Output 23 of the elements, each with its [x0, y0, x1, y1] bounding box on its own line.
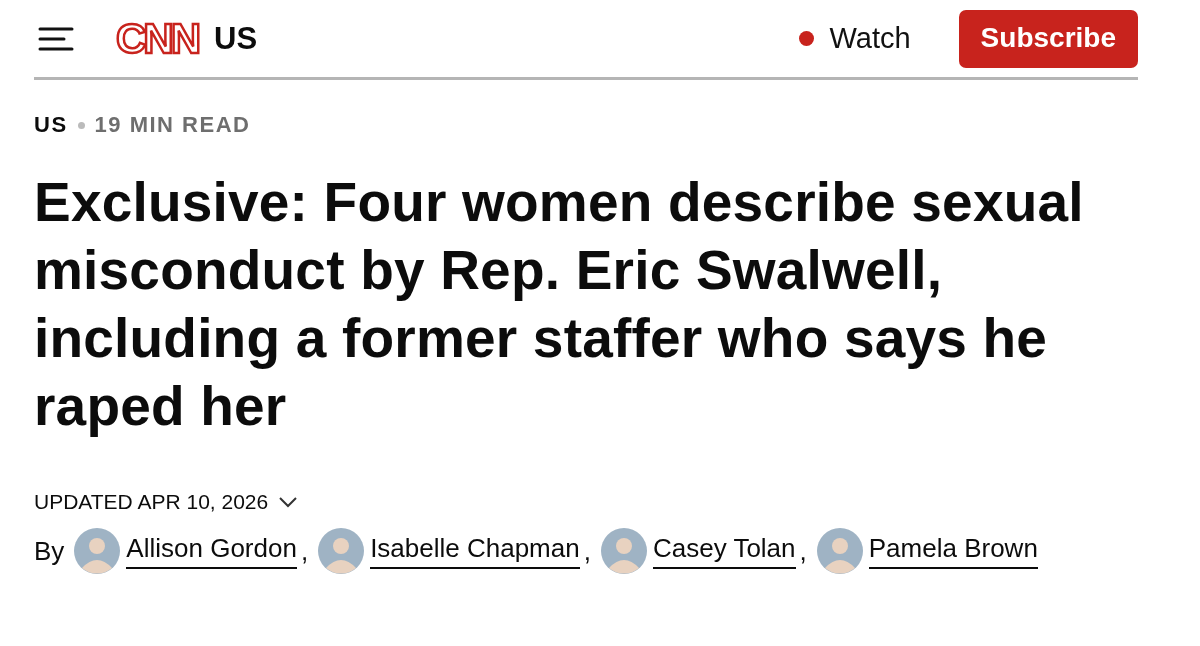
headline: Exclusive: Four women describe sexual misconduct by Rep. Eric Swalwell, including a former staffer who says he raped her	[34, 170, 1085, 439]
subscribe-button[interactable]: Subscribe	[958, 9, 1138, 68]
comma: ,	[300, 535, 309, 567]
author-link[interactable]: Pamela Brown	[868, 533, 1038, 569]
comma: ,	[799, 535, 807, 567]
chevron-icon[interactable]	[278, 495, 299, 509]
byline-prefix: By	[34, 535, 65, 567]
logo[interactable]: CNN	[116, 14, 198, 63]
separator-dot	[77, 121, 85, 129]
menu-icon[interactable]	[38, 25, 74, 52]
author-link[interactable]: Casey Tolan	[652, 533, 796, 569]
avatar-icon	[318, 528, 365, 574]
updated-date: UPDATED APR 10, 2026	[34, 490, 269, 514]
comma: ,	[583, 535, 591, 567]
author-link[interactable]: Isabelle Chapman	[370, 533, 580, 569]
category-label[interactable]: US	[34, 112, 68, 138]
watch-link[interactable]: Watch	[798, 22, 911, 55]
avatar-icon	[600, 528, 647, 574]
read-time: 19 MIN READ	[94, 112, 251, 138]
section-title[interactable]: US	[214, 20, 258, 57]
avatar-icon	[816, 528, 863, 574]
avatar-icon	[74, 528, 121, 574]
author-link[interactable]: Allison Gordon	[126, 533, 297, 569]
